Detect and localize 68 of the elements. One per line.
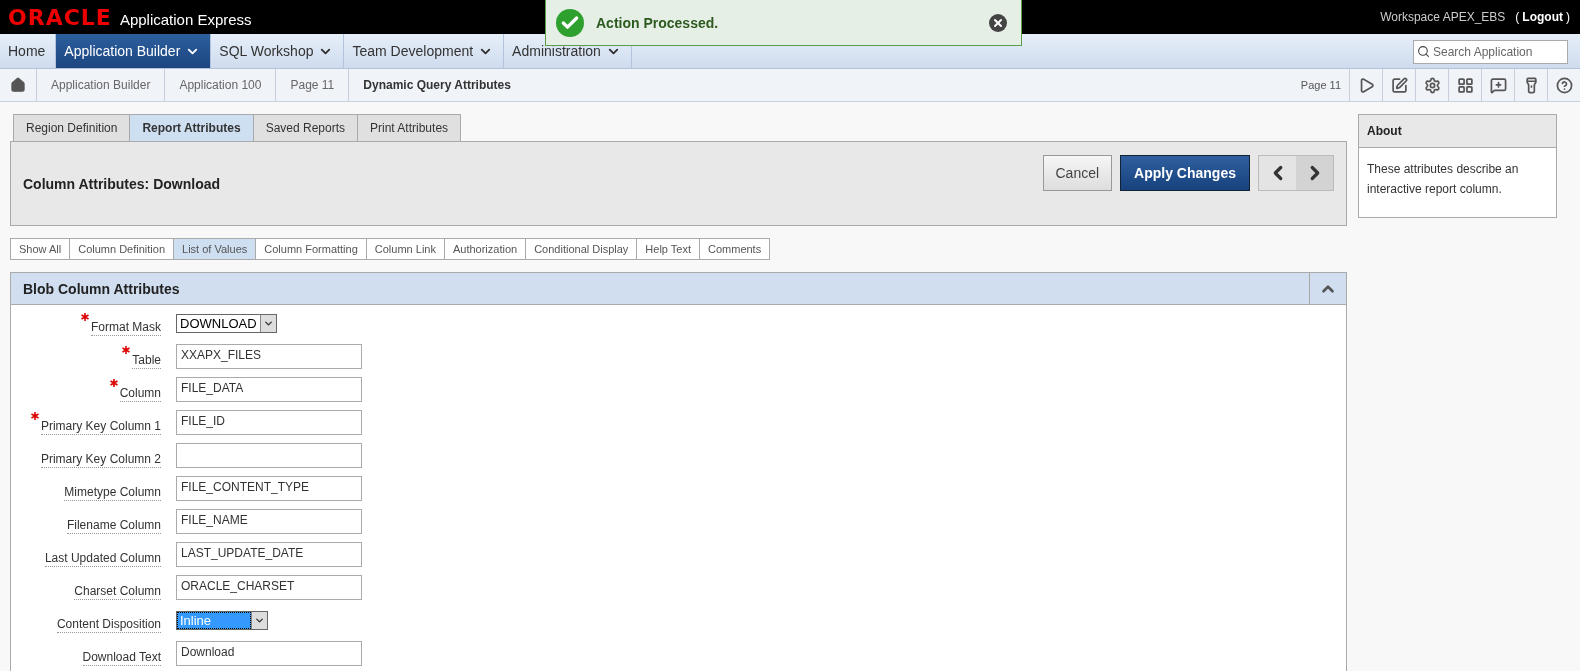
field-label: Primary Key Column 2 [40,452,161,468]
text-field[interactable]: XXAPX_FILES [176,344,362,369]
tab[interactable]: Region Definition [13,114,131,141]
dropdown-icon [262,318,274,329]
field-label: Column [119,386,161,402]
field-label: Content Disposition [56,617,161,633]
about-text: These attributes describe an interactive report column. [1366,161,1520,198]
section-tab[interactable]: Column Definition [69,238,175,260]
text-field[interactable]: ORACLE_CHARSET [176,575,362,600]
breadcrumb-link[interactable]: Dynamic Query Attributes [349,69,525,101]
text-field[interactable]: FILE_DATA [176,377,362,402]
select-field[interactable]: DOWNLOAD [176,314,277,333]
required-icon [30,412,39,420]
section-tab[interactable]: List of Values [173,238,257,260]
field-label: Primary Key Column 1 [40,419,161,435]
text-field[interactable]: Download [176,641,362,666]
region-title: Blob Column Attributes [23,280,181,297]
section-tab[interactable]: Column Link [365,238,445,260]
required-icon [81,313,89,321]
close-icon [992,16,1004,29]
breadcrumb-link[interactable]: Application Builder [37,69,166,101]
nav-tab[interactable]: Application Builder [56,34,212,68]
next-button[interactable] [1296,155,1333,190]
apply-changes-button[interactable]: Apply Changes [1120,154,1250,191]
dropdown-icon [254,615,265,626]
check-icon [556,8,584,37]
section-tab[interactable]: Conditional Display [525,238,638,260]
tab[interactable]: Report Attributes [129,114,254,141]
field-label: Charset Column [74,584,161,600]
tab[interactable]: Saved Reports [252,114,358,141]
field-label: Filename Column [66,518,161,534]
field-label: Mimetype Column [64,485,161,501]
text-field[interactable]: FILE_CONTENT_TYPE [176,476,362,501]
breadcrumb-link[interactable]: Page 11 [276,69,350,101]
workspace-name: Workspace APEX_EBS [1380,10,1506,24]
logout-link[interactable]: Logout [1522,10,1563,24]
section-tab[interactable]: Help Text [636,238,700,260]
page-label: Page 11 [1300,79,1342,91]
text-field[interactable]: LAST_UPDATE_DATE [176,542,362,567]
search-field[interactable]: Search Application [1413,40,1568,64]
cancel-button[interactable]: Cancel [1042,154,1113,191]
text-field[interactable]: FILE_ID [176,410,362,435]
close-button[interactable] [989,13,1007,32]
field-label: Download Text [82,650,161,666]
required-icon [122,346,131,354]
text-field[interactable]: FILE_NAME [176,509,362,534]
field-label: Table [132,353,161,369]
logout-paren: ( [1515,10,1520,24]
logout-paren: ) [1566,10,1570,24]
field-label: Format Mask [91,320,161,336]
field-label: Last Updated Column [44,551,161,567]
text-field[interactable] [176,443,362,468]
breadcrumb-link[interactable]: Application 100 [165,69,277,101]
search-icon [1417,45,1430,58]
oracle-logo: ORACLE [8,4,112,30]
nav-tab[interactable]: Team Development [344,34,505,68]
nav-tab[interactable]: SQL Workshop [211,34,345,68]
section-tab[interactable]: Comments [699,238,771,260]
section-tab[interactable]: Authorization [443,238,527,260]
section-tab[interactable]: Show All [10,238,71,260]
product-name: Application Express [119,10,252,28]
tab[interactable]: Print Attributes [357,114,462,141]
section-tab[interactable]: Column Formatting [255,238,367,260]
required-icon [109,379,118,387]
previous-button[interactable] [1259,155,1296,190]
panel-title: Column Attributes: Download [23,175,221,192]
notification-message: Action Processed. [596,14,719,31]
about-title: About [1359,115,1556,148]
